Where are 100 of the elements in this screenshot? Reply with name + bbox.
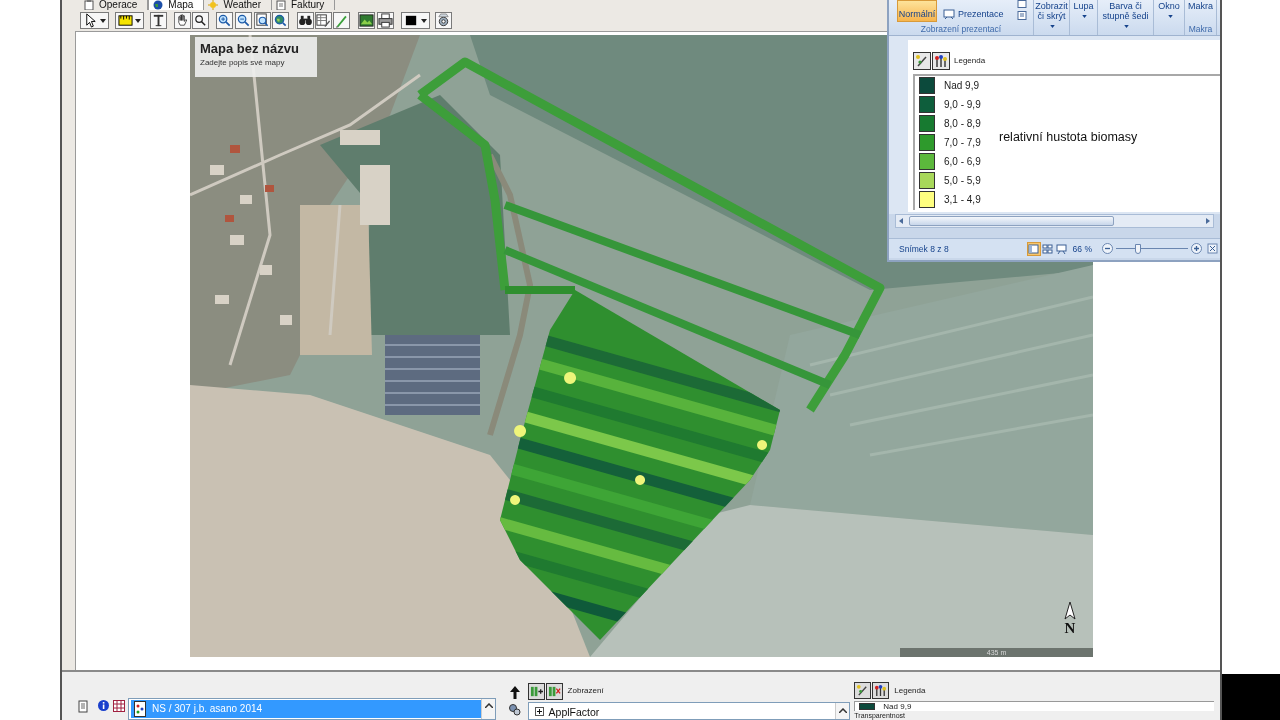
slide-caption: relativní hustota biomasy <box>999 129 1138 145</box>
legend-label: 8,0 - 8,9 <box>944 117 981 130</box>
pan-tool-button[interactable] <box>174 12 191 29</box>
pointer-icon <box>83 13 98 28</box>
ribbon-menu-button[interactable]: Okno <box>1154 0 1184 21</box>
scroll-up-icon[interactable] <box>838 708 847 713</box>
expander-icon[interactable] <box>534 707 544 716</box>
pins-icon <box>874 684 888 697</box>
layer-file-icon <box>134 701 146 717</box>
columns-plus-icon <box>529 684 543 698</box>
zoom-in-button[interactable] <box>216 12 233 29</box>
fill-color-button[interactable] <box>401 12 430 29</box>
slideshow-icon <box>943 8 955 19</box>
edit-table-button[interactable] <box>315 12 332 29</box>
globe-icon <box>153 0 164 10</box>
map-description: Zadejte popis své mapy <box>200 57 285 69</box>
page-list-icon[interactable] <box>1017 11 1027 20</box>
zoom-extent-button[interactable] <box>254 12 271 29</box>
text-tool-button[interactable] <box>150 12 167 29</box>
map-image-icon <box>359 13 374 28</box>
app-tab[interactable]: Weather <box>204 0 272 10</box>
overlapping-circles-icon[interactable] <box>508 703 522 716</box>
document-icon <box>276 0 286 10</box>
zoom-label: 66 % <box>1072 243 1092 254</box>
magnifier-icon <box>193 13 208 28</box>
caret-icon <box>1082 15 1087 19</box>
properties-button[interactable] <box>435 12 452 29</box>
caret-icon <box>135 18 141 23</box>
add-view-button[interactable] <box>527 682 545 700</box>
fit-window-icon[interactable] <box>1207 243 1218 254</box>
legend-label: 3,1 - 4,9 <box>944 193 981 206</box>
legend-label: Nad 9,9 <box>883 702 912 711</box>
legend-style-button[interactable] <box>872 682 890 699</box>
slide-sorter-icon <box>1042 243 1054 254</box>
legend-label: 7,0 - 7,9 <box>944 136 981 149</box>
zoom-slider-thumb[interactable] <box>1134 243 1141 254</box>
document-icon[interactable] <box>78 700 88 713</box>
scroll-up-icon[interactable] <box>484 703 493 708</box>
text-tool-icon <box>151 13 166 28</box>
view-mode-button[interactable]: Normální <box>897 0 937 22</box>
legend-label: 6,0 - 6,9 <box>944 155 981 168</box>
scrollbar-thumb[interactable] <box>909 216 1114 226</box>
pointer-tool-button[interactable] <box>80 12 109 29</box>
ribbon-menu-button[interactable]: Barva či stupně šedi <box>1098 0 1153 31</box>
slideshow-icon <box>1056 243 1068 254</box>
zoom-in-icon <box>217 13 232 28</box>
view-button[interactable] <box>1040 241 1055 256</box>
color-square-icon <box>404 13 419 28</box>
caret-icon <box>100 18 106 23</box>
caret-icon <box>421 18 427 23</box>
legend-settings-button[interactable] <box>913 52 931 70</box>
page-icon[interactable] <box>1017 0 1027 8</box>
measure-tool-button[interactable] <box>115 12 144 29</box>
app-tab[interactable]: Operace <box>80 0 149 10</box>
panel-title: Zobrazení <box>567 686 604 696</box>
find-button[interactable] <box>297 12 314 29</box>
legend-style-button[interactable] <box>932 52 950 70</box>
legend-title: Legenda <box>954 56 986 66</box>
grid-icon[interactable] <box>113 700 125 712</box>
view-mode-button[interactable]: Prezentace <box>940 7 1007 20</box>
legend-label: 5,0 - 5,9 <box>944 174 981 187</box>
caret-icon <box>1167 15 1173 19</box>
north-arrow-icon <box>1064 602 1076 620</box>
zoom-out-button[interactable] <box>235 12 252 29</box>
remove-view-button[interactable] <box>545 682 563 700</box>
zoom-page-icon <box>255 13 270 28</box>
vertical-scrollbar[interactable] <box>481 699 495 719</box>
ribbon-menu-button[interactable]: Zobrazit či skrýt <box>1034 0 1069 31</box>
pins-icon <box>934 54 948 68</box>
ribbon-menu-button[interactable]: Lupa <box>1070 0 1097 21</box>
ruler-icon <box>118 13 133 28</box>
columns-cross-icon <box>547 684 561 698</box>
vertical-scrollbar[interactable] <box>835 703 850 719</box>
caret-icon <box>1050 25 1055 29</box>
clipboard-icon <box>84 0 94 10</box>
zoom-slider[interactable] <box>1116 242 1188 255</box>
info-icon[interactable] <box>98 700 109 711</box>
caret-icon <box>1124 25 1129 29</box>
view-button[interactable] <box>1054 241 1069 256</box>
zoom-out-icon[interactable] <box>1102 243 1113 254</box>
horizontal-scrollbar[interactable] <box>895 214 1214 228</box>
app-tab[interactable]: Mapa <box>148 0 205 10</box>
zoom-in-icon[interactable] <box>1191 243 1202 254</box>
print-button[interactable] <box>377 12 394 29</box>
magnifier-tool-button[interactable] <box>192 12 209 29</box>
app-tab[interactable]: Faktury <box>272 0 336 10</box>
table-pencil-icon <box>316 13 331 28</box>
hand-icon <box>175 13 190 28</box>
tree-item[interactable]: ApplFactor <box>548 705 600 718</box>
backdrop-panel <box>1222 674 1280 720</box>
binoculars-icon <box>298 13 313 28</box>
view-button[interactable] <box>1026 241 1041 256</box>
zoom-layer-button[interactable] <box>272 12 289 29</box>
slide-counter: Snímek 8 z 8 <box>899 243 949 254</box>
ribbon-menu-button[interactable]: Makra <box>1187 0 1214 11</box>
pencil-icon <box>334 13 349 28</box>
up-arrow-icon[interactable] <box>509 686 520 699</box>
draw-line-button[interactable] <box>333 12 350 29</box>
legend-settings-button[interactable] <box>854 682 872 699</box>
map-image-button[interactable] <box>358 12 375 29</box>
